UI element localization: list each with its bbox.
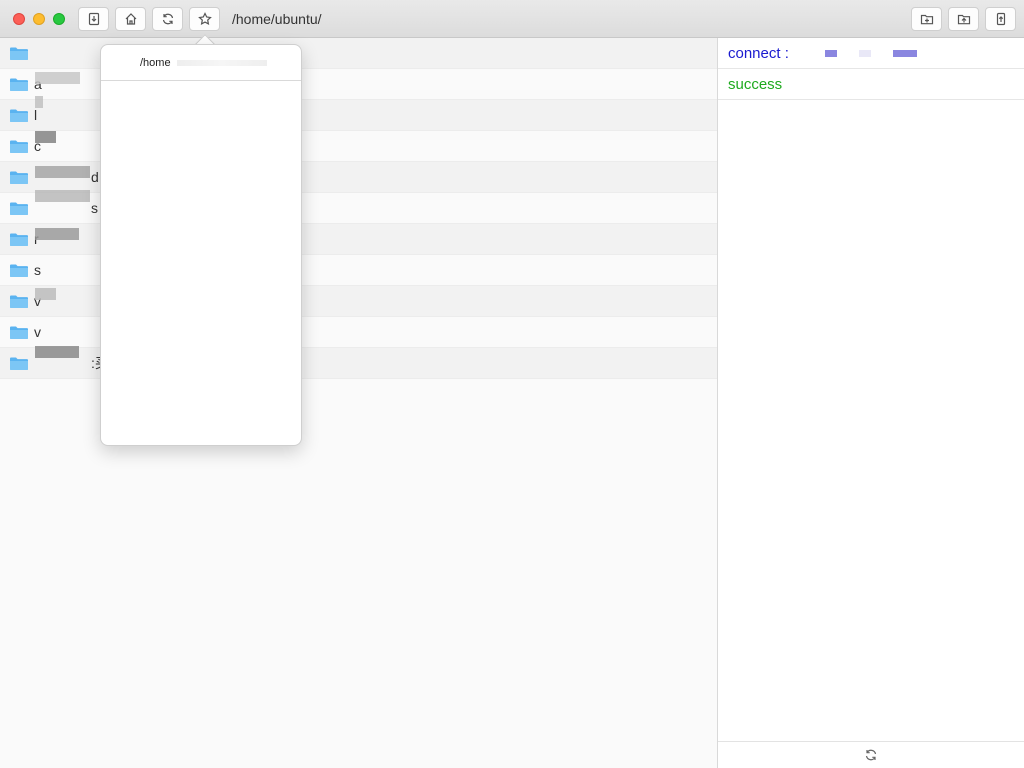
folder-icon <box>10 109 28 122</box>
refresh-icon <box>162 13 173 25</box>
folder-icon <box>10 326 28 339</box>
folder-icon <box>10 264 28 277</box>
path-label: /home/ubuntu/ <box>232 11 322 27</box>
redacted-area <box>35 38 95 386</box>
maximize-window-button[interactable] <box>53 13 65 25</box>
file-upload-icon <box>996 12 1005 26</box>
bookmark-item[interactable]: /home <box>101 45 301 81</box>
folder-icon <box>10 171 28 184</box>
log-footer <box>718 741 1024 768</box>
log-success-text: success <box>728 75 783 93</box>
folder-upload-icon <box>957 14 970 25</box>
home-icon <box>125 13 136 25</box>
log-panel: connect : success <box>717 38 1024 768</box>
folder-icon <box>10 357 28 370</box>
folder-plus-icon <box>920 14 933 25</box>
download-button[interactable] <box>78 7 109 31</box>
folder-icon <box>10 78 28 91</box>
log-success: success <box>718 69 1024 100</box>
bookmark-button[interactable] <box>189 7 220 31</box>
home-button[interactable] <box>115 7 146 31</box>
minimize-window-button[interactable] <box>33 13 45 25</box>
refresh-button[interactable] <box>152 7 183 31</box>
bookmark-popover: /home <box>100 44 302 446</box>
folder-icon <box>10 295 28 308</box>
close-window-button[interactable] <box>13 13 25 25</box>
log-connect: connect : <box>718 38 1024 69</box>
folder-icon <box>10 233 28 246</box>
refresh-icon[interactable] <box>864 748 878 762</box>
log-connect-text: connect : <box>728 44 789 62</box>
toolbar: /home/ubuntu/ <box>0 0 1024 38</box>
upload-folder-button[interactable] <box>948 7 979 31</box>
new-folder-button[interactable] <box>911 7 942 31</box>
folder-icon <box>10 47 28 60</box>
bookmark-item-label: /home <box>140 56 171 69</box>
current-path[interactable]: /home/ubuntu/ <box>232 11 322 27</box>
star-icon <box>197 12 212 26</box>
download-icon <box>88 12 99 26</box>
folder-icon <box>10 140 28 153</box>
folder-icon <box>10 202 28 215</box>
upload-file-button[interactable] <box>985 7 1016 31</box>
